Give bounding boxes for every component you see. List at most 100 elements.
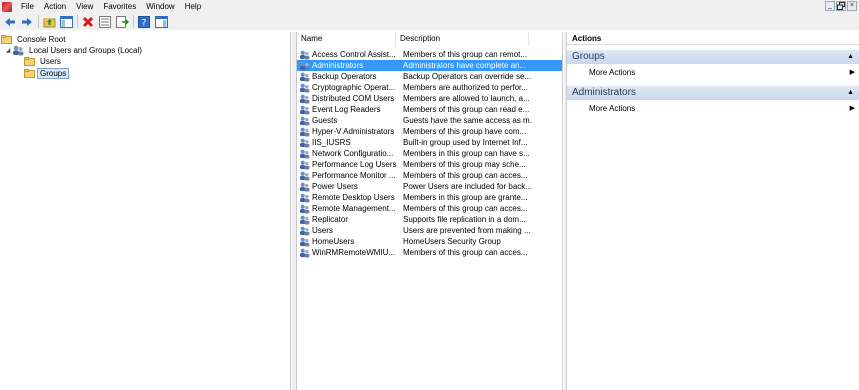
table-row[interactable]: Distributed COM Users Members are allowed… (297, 93, 562, 104)
collapse-icon[interactable]: ▲ (847, 86, 854, 100)
group-name: Administrators (312, 61, 364, 70)
group-description: Members are authorized to perfor... (403, 83, 528, 92)
group-name: Performance Monitor ... (312, 171, 396, 180)
table-row[interactable]: IIS_IUSRS Built-in group used by Internet… (297, 137, 562, 148)
toolbar-separator (38, 15, 39, 28)
show-hide-console-tree-button[interactable] (59, 15, 73, 29)
tree-item-groups[interactable]: Groups (24, 68, 70, 79)
table-row[interactable]: Performance Log Users Members of this gro… (297, 159, 562, 170)
group-icon (299, 215, 310, 225)
console-tree-pane: Console Root ◢ Local Users and Groups (L… (0, 32, 291, 390)
column-header-name[interactable]: Name (297, 32, 396, 46)
group-description: Guests have the same access as m... (403, 116, 532, 125)
tree-item-users[interactable]: Users (24, 56, 63, 67)
menu-action[interactable]: Action (39, 0, 71, 13)
actions-section-groups[interactable]: Groups ▲ (567, 50, 859, 64)
table-row[interactable]: HomeUsers HomeUsers Security Group (297, 236, 562, 247)
group-name: HomeUsers (312, 237, 355, 246)
tree-item-console-root[interactable]: Console Root (1, 34, 67, 45)
properties-icon (99, 15, 111, 28)
group-icon (299, 248, 310, 258)
tree-item-label: Console Root (17, 35, 66, 44)
table-row[interactable]: Power Users Power Users are included for … (297, 181, 562, 192)
group-icon (299, 61, 310, 71)
users-groups-icon (12, 45, 24, 56)
column-header-description[interactable]: Description (396, 32, 529, 46)
table-row[interactable]: Event Log Readers Members of this group c… (297, 104, 562, 115)
group-description: Members of this group can read e... (403, 105, 530, 114)
export-list-button[interactable] (115, 15, 129, 29)
table-row[interactable]: Administrators Administrators have comple… (297, 60, 562, 71)
group-icon (299, 116, 310, 126)
menu-help[interactable]: Help (180, 0, 206, 13)
table-row[interactable]: Access Control Assist... Members of this … (297, 49, 562, 60)
table-row[interactable]: Hyper-V Administrators Members of this gr… (297, 126, 562, 137)
tree-item-local-users-groups[interactable]: ◢ Local Users and Groups (Local) (4, 45, 144, 56)
table-row[interactable]: Remote Desktop Users Members in this grou… (297, 192, 562, 203)
table-row[interactable]: Replicator Supports file replication in a… (297, 214, 562, 225)
group-description: Members are allowed to launch, a... (403, 94, 530, 103)
show-hide-action-pane-button[interactable] (154, 15, 168, 29)
submenu-arrow-icon: ▶ (849, 105, 855, 112)
collapse-icon[interactable]: ▲ (847, 50, 854, 64)
table-row[interactable]: WinRMRemoteWMIU... Members of this group … (297, 247, 562, 258)
table-row[interactable]: Performance Monitor ... Members of this g… (297, 170, 562, 181)
group-description: Members of this group can acces... (403, 171, 528, 180)
group-icon (299, 72, 310, 82)
toolbar-separator (133, 15, 134, 28)
group-name: Distributed COM Users (312, 94, 395, 103)
group-name: Users (312, 226, 333, 235)
group-icon (299, 105, 310, 115)
tree-item-label: Local Users and Groups (Local) (29, 46, 142, 55)
group-name: WinRMRemoteWMIU... (312, 248, 396, 257)
actions-section-administrators[interactable]: Administrators ▲ (567, 86, 859, 100)
minimize-button[interactable]: _ (825, 1, 835, 11)
section-title: Groups (572, 51, 605, 62)
group-name: Hyper-V Administrators (312, 127, 395, 136)
actions-pane: Actions Groups ▲ More Actions ▶ Administ… (566, 32, 859, 390)
help-button[interactable]: ? (137, 15, 151, 29)
group-icon (299, 138, 310, 148)
menu-view[interactable]: View (71, 0, 98, 13)
up-folder-button[interactable] (42, 15, 56, 29)
group-icon (299, 50, 310, 60)
group-description: Members of this group may sche... (403, 160, 526, 169)
menu-file[interactable]: File (16, 0, 39, 13)
group-name: Backup Operators (312, 72, 377, 81)
table-row[interactable]: Remote Management... Members of this grou… (297, 203, 562, 214)
action-more-actions[interactable]: More Actions ▶ (567, 103, 859, 115)
svg-text:?: ? (142, 18, 147, 28)
group-description: Members of this group can acces... (403, 204, 528, 213)
table-row[interactable]: Guests Guests have the same access as m..… (297, 115, 562, 126)
delete-button[interactable] (81, 15, 95, 29)
restore-button[interactable] (836, 1, 846, 11)
actions-header: Actions (567, 32, 859, 45)
group-description: Members of this group can remot... (403, 50, 528, 59)
help-icon: ? (138, 15, 150, 28)
toolbar: ? (0, 13, 859, 30)
action-more-actions[interactable]: More Actions ▶ (567, 67, 859, 79)
table-row[interactable]: Backup Operators Backup Operators can ove… (297, 71, 562, 82)
close-button[interactable]: × (847, 1, 857, 11)
table-row[interactable]: Cryptographic Operat... Members are autho… (297, 82, 562, 93)
properties-button[interactable] (98, 15, 112, 29)
group-description: Administrators have complete an... (403, 61, 527, 70)
forward-button[interactable] (20, 15, 34, 29)
group-icon (299, 171, 310, 181)
back-button[interactable] (3, 15, 17, 29)
action-pane-icon (154, 15, 168, 28)
menu-window[interactable]: Window (141, 0, 179, 13)
group-description: Supports file replication in a dom... (403, 215, 526, 224)
group-name: Cryptographic Operat... (312, 83, 396, 92)
expand-triangle-icon[interactable]: ◢ (4, 47, 12, 54)
group-name: Remote Desktop Users (312, 193, 395, 202)
tree-item-label: Groups (36, 68, 70, 79)
forward-icon (22, 17, 32, 26)
group-description: Members of this group can acces... (403, 248, 528, 257)
action-label: More Actions (589, 68, 636, 77)
group-icon (299, 94, 310, 104)
table-row[interactable]: Network Configuratio... Members in this g… (297, 148, 562, 159)
up-folder-icon (43, 17, 55, 27)
table-row[interactable]: Users Users are prevented from making ... (297, 225, 562, 236)
menu-favorites[interactable]: Favorites (98, 0, 141, 13)
